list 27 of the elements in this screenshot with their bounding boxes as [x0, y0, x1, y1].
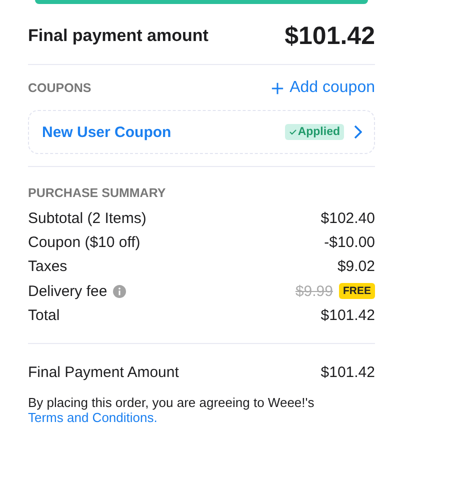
final-payment-label: Final Payment Amount [28, 364, 179, 382]
summary-value: -$10.00 [324, 234, 375, 251]
agreement-text: By placing this order, you are agreeing to Weee!'s Terms and Conditions. [28, 394, 316, 425]
check-icon [288, 128, 297, 136]
section-heading: COUPONS [28, 81, 92, 95]
info-icon[interactable] [113, 284, 126, 298]
summary-label: Taxes [28, 258, 68, 276]
final-payment-value: $101.42 [320, 364, 375, 382]
summary-value: $9.02 [337, 258, 375, 276]
coupon-card[interactable]: New User Coupon Applied [28, 110, 375, 154]
applied-badge: Applied [284, 124, 344, 140]
final-amount-label: Final payment amount [28, 26, 208, 46]
final-amount-value: $101.42 [284, 22, 375, 50]
add-coupon-link[interactable]: Add coupon [270, 79, 375, 97]
summary-value: $101.42 [320, 306, 375, 324]
free-badge: FREE [338, 283, 375, 300]
terms-link[interactable]: Terms and Conditions. [28, 410, 158, 425]
chevron-icon [353, 125, 362, 139]
section-heading: PURCHASE SUMMARY [28, 186, 167, 200]
summary-label: Coupon ($10 off) [28, 234, 140, 251]
plus-icon [270, 82, 284, 94]
coupon-name: New User Coupon [42, 124, 172, 140]
summary-label: Delivery fee [28, 282, 108, 300]
summary-label: Total [28, 306, 60, 324]
summary-label: Subtotal (2 Items) [28, 210, 146, 227]
summary-value: $102.40 [320, 210, 375, 227]
summary-value: $9.99 [295, 282, 333, 300]
